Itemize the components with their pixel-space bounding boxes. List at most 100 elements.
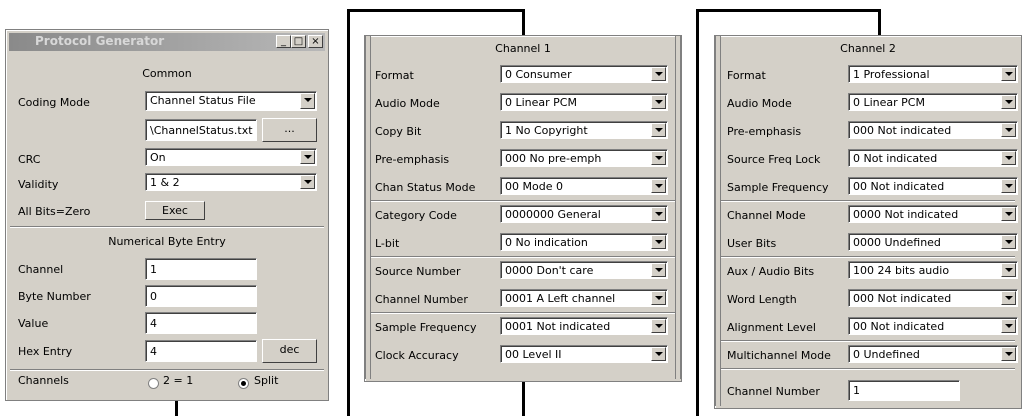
channel2-source-freq-lock-select[interactable]: 0 Not indicated: [848, 149, 1018, 167]
channel1-channel-number-select[interactable]: 0001 A Left channel: [500, 289, 668, 307]
channel1-audio-mode-label: Audio Mode: [375, 97, 440, 110]
channel2-source-freq-lock-label: Source Freq Lock: [727, 153, 821, 166]
channel1-copy-bit-select[interactable]: 1 No Copyright: [500, 121, 668, 139]
channel2-multichannel-mode-select[interactable]: 0 Undefined: [848, 345, 1018, 363]
channel2-channel-number-field[interactable]: 1: [848, 380, 960, 401]
channel2-multichannel-mode-label: Multichannel Mode: [727, 349, 831, 362]
chevron-down-icon[interactable]: [1001, 291, 1016, 305]
channel2-user-bits-label: User Bits: [727, 237, 777, 250]
chevron-down-icon[interactable]: [651, 95, 666, 109]
channel2-user-bits-select[interactable]: 0000 Undefined: [848, 233, 1018, 251]
channel1-audio-mode-select[interactable]: 0 Linear PCM: [500, 93, 668, 111]
channel2-word-length-select[interactable]: 000 Not indicated: [848, 289, 1018, 307]
close-icon[interactable]: ×: [308, 35, 323, 48]
radio-split-label: Split: [254, 374, 279, 387]
chevron-down-icon[interactable]: [1001, 95, 1016, 109]
protocol-generator-window: Protocol Generator _ □ × Common Coding M…: [5, 29, 329, 401]
chevron-down-icon[interactable]: [300, 150, 315, 164]
chevron-down-icon[interactable]: [1001, 263, 1016, 277]
coding-mode-select[interactable]: Channel Status File: [145, 91, 317, 111]
chevron-down-icon[interactable]: [1001, 179, 1016, 193]
channel2-channel-number-label: Channel Number: [727, 385, 820, 398]
channel1-l-bit-label: L-bit: [375, 237, 400, 250]
file-path-field[interactable]: \ChannelStatus.txt: [145, 119, 257, 141]
channel2-sample-frequency-label: Sample Frequency: [727, 181, 829, 194]
channel1-pre-emphasis-label: Pre-emphasis: [375, 153, 450, 166]
radio-2-equals-1[interactable]: [148, 378, 159, 389]
chevron-down-icon[interactable]: [300, 175, 315, 189]
divider: [371, 312, 675, 313]
channel1-chan-status-mode-select[interactable]: 00 Mode 0: [500, 177, 668, 195]
chevron-down-icon[interactable]: [1001, 151, 1016, 165]
byte-number-field[interactable]: 0: [145, 285, 257, 307]
hex-entry-field[interactable]: 4: [145, 340, 257, 362]
channel1-format-select[interactable]: 0 Consumer: [500, 65, 668, 83]
scrollbar-right[interactable]: [675, 36, 681, 379]
radio-2-equals-1-label: 2 = 1: [163, 374, 194, 387]
channel-field[interactable]: 1: [145, 258, 257, 280]
channel2-header: Channel 2: [840, 42, 896, 55]
scrollbar-left[interactable]: [715, 36, 721, 406]
channel2-alignment-level-select[interactable]: 00 Not indicated: [848, 317, 1018, 335]
chevron-down-icon[interactable]: [651, 263, 666, 277]
validity-select[interactable]: 1 & 2: [145, 173, 317, 191]
chevron-down-icon[interactable]: [1001, 207, 1016, 221]
minimize-icon[interactable]: _: [276, 35, 291, 48]
channel2-alignment-level-label: Alignment Level: [727, 321, 816, 334]
chevron-down-icon[interactable]: [651, 123, 666, 137]
channel1-sample-frequency-select[interactable]: 0001 Not indicated: [500, 317, 668, 335]
chevron-down-icon[interactable]: [1001, 319, 1016, 333]
crc-label: CRC: [18, 153, 41, 166]
byte-number-label: Byte Number: [18, 290, 91, 303]
chevron-down-icon[interactable]: [651, 347, 666, 361]
divider: [371, 256, 675, 257]
channel2-word-length-label: Word Length: [727, 293, 797, 306]
channel2-channel-mode-select[interactable]: 0000 Not indicated: [848, 205, 1018, 223]
channel1-l-bit-select[interactable]: 0 No indication: [500, 233, 668, 251]
chevron-down-icon[interactable]: [1001, 347, 1016, 361]
all-bits-zero-label: All Bits=Zero: [18, 205, 91, 218]
chevron-down-icon[interactable]: [651, 291, 666, 305]
chevron-down-icon[interactable]: [1001, 235, 1016, 249]
chevron-down-icon[interactable]: [651, 319, 666, 333]
channel1-source-number-select[interactable]: 0000 Don't care: [500, 261, 668, 279]
channel1-panel: Channel 1 Format 0 Consumer Audio Mode 0 Li…: [364, 35, 682, 382]
channel2-audio-mode-select[interactable]: 0 Linear PCM: [848, 93, 1018, 111]
coding-mode-label: Coding Mode: [18, 96, 90, 109]
channel1-clock-accuracy-select[interactable]: 00 Level II: [500, 345, 668, 363]
channel1-category-code-label: Category Code: [375, 209, 457, 222]
channel1-channel-number-label: Channel Number: [375, 293, 468, 306]
chevron-down-icon[interactable]: [651, 151, 666, 165]
dec-button[interactable]: dec: [262, 339, 317, 363]
maximize-icon[interactable]: □: [291, 35, 306, 48]
radio-split[interactable]: [238, 378, 249, 389]
channel1-pre-emphasis-select[interactable]: 000 No pre-emph: [500, 149, 668, 167]
chevron-down-icon[interactable]: [1001, 123, 1016, 137]
channel1-format-label: Format: [375, 69, 414, 82]
channel2-sample-frequency-select[interactable]: 00 Not indicated: [848, 177, 1018, 195]
value-field[interactable]: 4: [145, 312, 257, 334]
channel1-category-code-select[interactable]: 0000000 General: [500, 205, 668, 223]
chevron-down-icon[interactable]: [651, 179, 666, 193]
crc-select[interactable]: On: [145, 148, 317, 166]
channel1-sample-frequency-label: Sample Frequency: [375, 321, 477, 334]
exec-button[interactable]: Exec: [145, 201, 205, 220]
channel1-copy-bit-label: Copy Bit: [375, 125, 422, 138]
channel2-format-select[interactable]: 1 Professional: [848, 65, 1018, 83]
chevron-down-icon[interactable]: [651, 67, 666, 81]
chevron-down-icon[interactable]: [1001, 67, 1016, 81]
validity-label: Validity: [18, 178, 59, 191]
divider: [10, 369, 324, 370]
channel2-pre-emphasis-select[interactable]: 000 Not indicated: [848, 121, 1018, 139]
title-bar[interactable]: Protocol Generator _ □ ×: [9, 33, 325, 51]
channel2-aux-audio-bits-select[interactable]: 100 24 bits audio: [848, 261, 1018, 279]
value-label: Value: [18, 317, 49, 330]
chevron-down-icon[interactable]: [651, 207, 666, 221]
connector-line: [696, 9, 699, 416]
chevron-down-icon[interactable]: [651, 235, 666, 249]
chevron-down-icon[interactable]: [300, 93, 315, 109]
channel2-format-label: Format: [727, 69, 766, 82]
scrollbar-left[interactable]: [365, 36, 371, 379]
browse-button[interactable]: ...: [262, 118, 317, 142]
channel2-channel-mode-label: Channel Mode: [727, 209, 806, 222]
